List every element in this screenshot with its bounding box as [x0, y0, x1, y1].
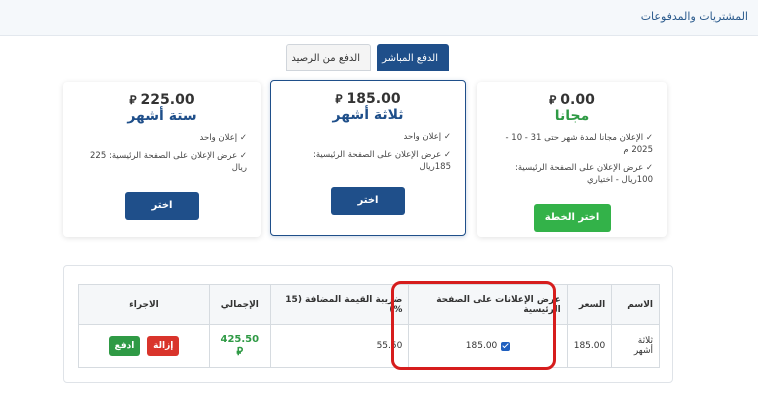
column-header-vat: ضريبة القيمة المضافة (15 %) — [269, 284, 410, 325]
column-header-total: الإجمالي — [208, 284, 271, 325]
page-header: المشتريات والمدفوعات — [0, 0, 758, 36]
plan-feature: ✓ عرض الإعلان على الصفحة الرئيسية: 225 ر… — [90, 151, 247, 173]
cell-total: 425.50 ⃁ — [208, 324, 271, 368]
plan-price: ⃁ 0.00 — [477, 92, 667, 108]
plan-features: ✓ الإعلان مجانا لمدة شهر حتى 31 - 10 - 2… — [477, 132, 667, 186]
choose-plan-button-free[interactable]: اختر الخطة — [533, 204, 611, 232]
cell-price: 185.00 — [566, 324, 613, 368]
homepage-value: 185.00 — [465, 341, 498, 351]
riyal-icon: ⃁ — [129, 92, 137, 107]
cart-table-container: الاسم السعر عرض الإعلانات على الصفحة الر… — [63, 265, 673, 383]
column-header-price: السعر — [566, 284, 613, 325]
tab-direct-payment[interactable]: الدفع المباشر — [377, 44, 449, 71]
plan-card-three-months: ⃁ 185.00 ثلاثة أشهر ✓ إعلان واحد ✓ عرض ا… — [270, 80, 466, 236]
cell-vat: 55.50 — [269, 324, 410, 368]
column-header-homepage: عرض الإعلانات على الصفحة الرئيسية — [408, 284, 568, 325]
choose-plan-button-three-months[interactable]: اختر الخطة — [331, 187, 405, 234]
payment-tabs: الدفع المباشر الدفع من الرصيد — [0, 44, 758, 72]
cell-actions: إزالة ادفع — [78, 324, 210, 368]
plan-price-value: 0.00 — [560, 92, 595, 108]
column-header-actions: الاجراء — [78, 284, 210, 325]
tab-balance-payment[interactable]: الدفع من الرصيد — [286, 44, 371, 71]
homepage-checkbox[interactable] — [501, 341, 511, 351]
table-row: ثلاثة أشهر 185.00 185.00 55.50 425.50 ⃁ … — [78, 324, 660, 368]
cell-homepage: 185.00 — [408, 324, 568, 368]
plan-price: ⃁ 185.00 — [271, 91, 465, 107]
plan-feature: ✓ عرض الإعلان على الصفحة الرئيسية: 185ري… — [312, 150, 451, 172]
plan-name: ثلاثة أشهر — [332, 107, 404, 123]
cell-name: ثلاثة أشهر — [611, 324, 660, 368]
plan-feature: ✓ إعلان واحد — [403, 132, 451, 142]
plan-name: مجانا — [554, 108, 590, 124]
plan-feature: ✓ الإعلان مجانا لمدة شهر حتى 31 - 10 - 2… — [505, 133, 654, 155]
plan-features: ✓ إعلان واحد ✓ عرض الإعلان على الصفحة ال… — [63, 132, 261, 174]
table-header-row: الاسم السعر عرض الإعلانات على الصفحة الر… — [78, 284, 660, 325]
plan-feature: ✓ إعلان واحد — [199, 133, 247, 143]
choose-plan-button-six-months[interactable]: اختر الخطة — [125, 192, 199, 239]
column-header-name: الاسم — [611, 284, 660, 325]
pay-button[interactable]: ادفع — [108, 336, 141, 356]
riyal-icon: ⃁ — [335, 91, 343, 106]
cart-table: الاسم السعر عرض الإعلانات على الصفحة الر… — [78, 284, 660, 368]
plan-card-free: ⃁ 0.00 مجانا ✓ الإعلان مجانا لمدة شهر حت… — [477, 82, 667, 237]
plan-price-value: 185.00 — [346, 91, 401, 107]
remove-button[interactable]: إزالة — [147, 336, 180, 356]
plan-feature: ✓ عرض الإعلان على الصفحة الرئيسية: 100ري… — [514, 163, 653, 185]
total-value: 425.50 — [220, 334, 260, 345]
plan-price-value: 225.00 — [140, 92, 195, 108]
riyal-icon: ⃁ — [549, 92, 557, 107]
plan-name: ستة أشهر — [127, 108, 197, 124]
riyal-icon: ⃁ — [236, 345, 244, 358]
plan-price: ⃁ 225.00 — [63, 92, 261, 108]
plan-card-six-months: ⃁ 225.00 ستة أشهر ✓ إعلان واحد ✓ عرض الإ… — [63, 82, 261, 239]
plan-features: ✓ إعلان واحد ✓ عرض الإعلان على الصفحة ال… — [271, 131, 465, 173]
page-title: المشتريات والمدفوعات — [640, 10, 748, 23]
